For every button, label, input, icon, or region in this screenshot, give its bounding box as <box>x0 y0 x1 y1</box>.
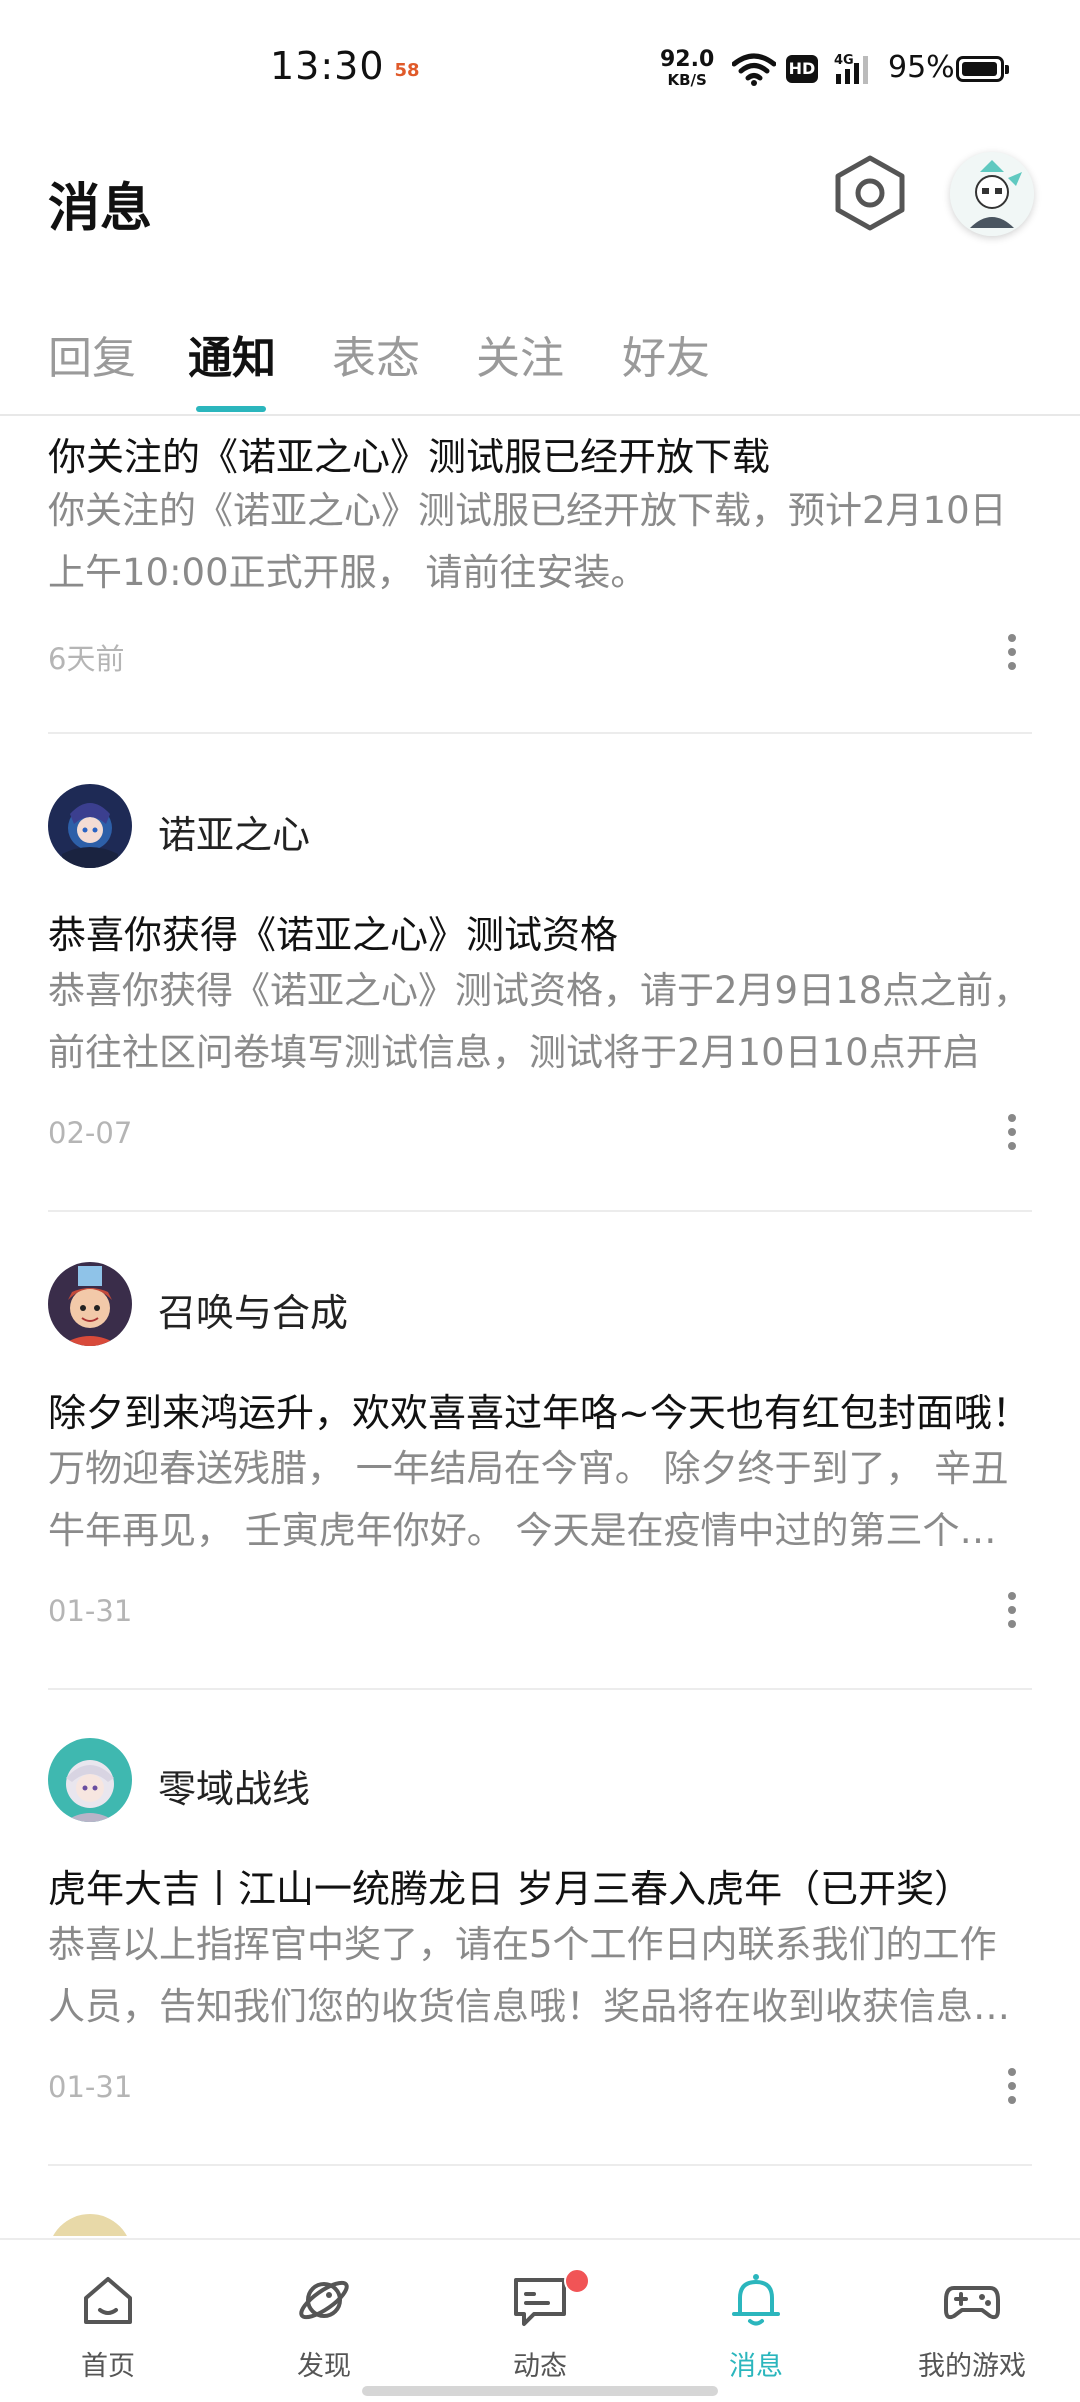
gamepad-icon <box>944 2286 1000 2320</box>
home-icon <box>84 2277 132 2324</box>
notification-time: 6天前 <box>48 642 125 676</box>
nav-label: 消息 <box>729 2351 783 2382</box>
more-options-button[interactable] <box>1002 2068 1022 2108</box>
nav-label: 首页 <box>81 2351 135 2382</box>
notification-title: 你关注的《诺亚之心》测试服已经开放下载 <box>48 435 771 479</box>
sender-row[interactable]: 召唤与合成 <box>48 1262 1032 1348</box>
notification-title: 除夕到来鸿运升，欢欢喜喜过年咯~今天也有红包封面哦！ <box>48 1391 1030 1435</box>
notification-body: 你关注的《诺亚之心》测试服已经开放下载，预计2月10日上午10:00正式开服， … <box>48 489 1007 594</box>
sender-name: 诺亚之心 <box>158 813 311 857</box>
profile-avatar[interactable] <box>950 152 1034 236</box>
app-notification-icon: 58 <box>390 54 424 88</box>
notification-body: 恭喜你获得《诺亚之心》测试资格，请于2月9日18点之前，前往社区问卷填写测试信息… <box>48 969 1031 1074</box>
divider <box>48 732 1032 734</box>
sender-row[interactable]: 诺亚之心 <box>48 784 1032 870</box>
page-title: 消息 <box>48 179 153 239</box>
tab-bar: 回复 通知 表态 关注 好友 <box>0 300 1080 416</box>
sender-row[interactable]: 零域战线 <box>48 1738 1032 1824</box>
more-options-button[interactable] <box>1002 634 1022 674</box>
network-speed-value: 92.0 <box>660 47 715 72</box>
status-time: 13:30 <box>270 44 385 88</box>
nav-my-games[interactable]: 我的游戏 <box>864 2240 1080 2402</box>
user-avatar <box>950 152 1034 236</box>
divider <box>48 1210 1032 1212</box>
bottom-navigation: 首页 发现 动态 消息 我的游戏 <box>0 2238 1080 2402</box>
discover-planet-icon <box>299 2280 349 2320</box>
network-speed: 92.0 KB/S <box>660 47 715 90</box>
notification-time: 01-31 <box>48 2070 133 2104</box>
sender-avatar-icon <box>48 1262 132 1346</box>
tab-notification[interactable]: 通知 <box>188 322 276 386</box>
hexagon-settings-icon <box>835 155 905 231</box>
sender-name: 召唤与合成 <box>158 1291 349 1335</box>
tab-friends[interactable]: 好友 <box>622 322 710 386</box>
notification-time: 02-07 <box>48 1116 133 1150</box>
sender-avatar-icon <box>48 1738 132 1822</box>
notification-list: 你关注的《诺亚之心》测试服已经开放下载 你关注的《诺亚之心》测试服已经开放下载，… <box>0 416 1080 2236</box>
notification-badge-dot <box>564 2268 590 2294</box>
notification-time: 01-31 <box>48 1594 133 1628</box>
cellular-signal-icon: 4G <box>834 53 868 84</box>
sender-avatar-icon <box>48 784 132 868</box>
hd-badge: HD <box>786 55 818 83</box>
home-indicator <box>362 2386 718 2396</box>
avatar <box>48 1738 132 1822</box>
svg-text:4G: 4G <box>834 53 854 68</box>
notification-body: 万物迎春送残腊， 一年结局在今宵。 除夕终于到了， 辛丑牛年再见， 壬寅虎年你好… <box>48 1447 1009 1552</box>
tab-follow[interactable]: 关注 <box>476 322 564 386</box>
feed-chat-icon <box>514 2278 566 2326</box>
sender-name: 零域战线 <box>158 1767 311 1811</box>
divider <box>48 1688 1032 1690</box>
nav-label: 动态 <box>513 2351 567 2382</box>
notification-body: 恭喜以上指挥官中奖了，请在5个工作日内联系我们的工作人员，告知我们您的收货信息哦… <box>48 1923 1010 2028</box>
battery-percent: 95% <box>888 50 955 85</box>
tab-active-indicator <box>196 406 266 412</box>
more-options-button[interactable] <box>1002 1114 1022 1154</box>
avatar <box>48 1262 132 1346</box>
network-speed-unit: KB/S <box>667 71 707 89</box>
nav-messages[interactable]: 消息 <box>648 2240 864 2402</box>
sender-avatar-icon <box>48 2214 132 2236</box>
nav-feed[interactable]: 动态 <box>432 2240 648 2402</box>
tab-reply[interactable]: 回复 <box>48 322 136 386</box>
wifi-icon <box>732 53 776 86</box>
notification-title: 恭喜你获得《诺亚之心》测试资格 <box>48 913 619 957</box>
avatar <box>48 784 132 868</box>
more-options-button[interactable] <box>1002 1592 1022 1632</box>
nav-label: 发现 <box>297 2351 351 2382</box>
nav-home[interactable]: 首页 <box>0 2240 216 2402</box>
bell-icon <box>732 2274 780 2326</box>
status-bar: 13:30 58 92.0 KB/S HD 4G 95% <box>0 0 1080 140</box>
tab-reactions[interactable]: 表态 <box>332 322 420 386</box>
nav-discover[interactable]: 发现 <box>216 2240 432 2402</box>
notification-title: 虎年大吉丨江山一统腾龙日 岁月三春入虎年（已开奖） <box>48 1867 973 1911</box>
battery-icon <box>956 56 1009 82</box>
divider <box>48 2164 1032 2166</box>
settings-button[interactable] <box>832 152 908 234</box>
avatar <box>48 2214 132 2236</box>
nav-label: 我的游戏 <box>918 2351 1026 2382</box>
